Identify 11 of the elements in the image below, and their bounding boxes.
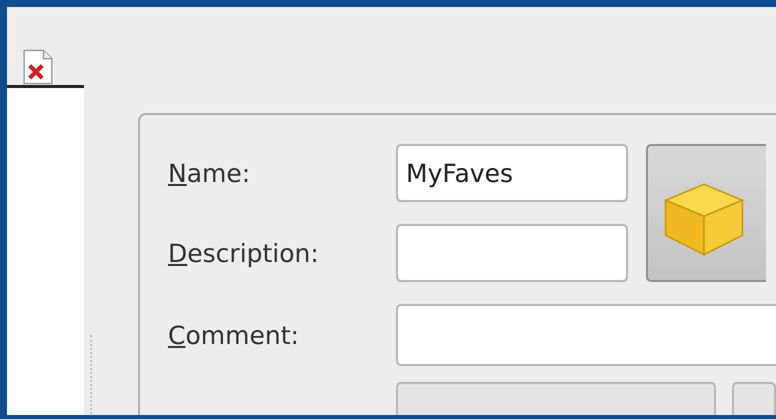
input-field[interactable] (732, 382, 776, 415)
comment-input[interactable] (396, 304, 776, 366)
input-field[interactable] (396, 382, 716, 415)
field-label: Description: (168, 238, 320, 268)
broken-image-icon (21, 49, 55, 85)
icon-button[interactable] (646, 144, 766, 282)
field-label: Name: (168, 158, 252, 188)
description-input[interactable] (396, 224, 628, 282)
field-label: Comment: (168, 320, 300, 350)
name-input[interactable]: MyFaves (396, 144, 628, 202)
splitter-handle[interactable] (90, 335, 94, 415)
